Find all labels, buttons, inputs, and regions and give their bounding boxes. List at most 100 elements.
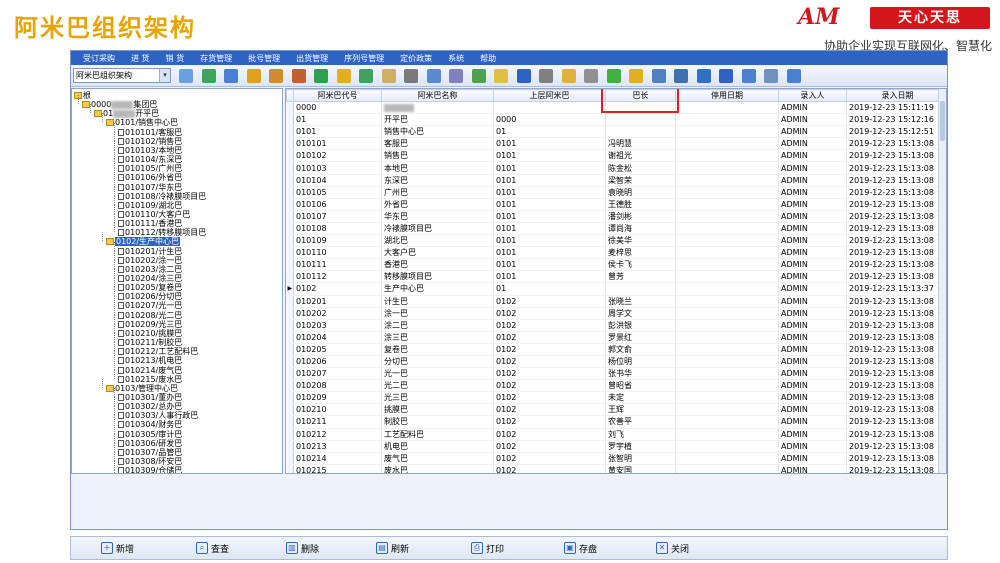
tree-node[interactable]: 01 开平巴	[94, 109, 159, 118]
table-cell[interactable]: ADMIN	[778, 246, 847, 260]
table-cell[interactable]: 010110	[293, 246, 382, 260]
table-cell[interactable]: 周学文	[605, 307, 676, 320]
table-cell[interactable]: 制胶巴	[381, 415, 494, 429]
table-cell[interactable]: 2019-12-23 15:13:08	[846, 343, 946, 356]
tree-node[interactable]: 010209/光三巴	[118, 320, 182, 329]
table-cell[interactable]: ADMIN	[778, 440, 847, 453]
table-cell[interactable]: 2019-12-23 15:13:08	[846, 295, 946, 308]
table-cell[interactable]: 光三巴	[381, 391, 494, 405]
menu-item-6[interactable]: 序列号管理	[344, 53, 384, 64]
table-cell[interactable]: 0102	[493, 307, 606, 320]
table-cell[interactable]: ADMIN	[778, 137, 847, 151]
table-row[interactable]: 010112 转移膜项目巴 0101 曾芳 ADMIN 2019-12-23 15:13:…	[286, 270, 946, 284]
refresh-icon[interactable]	[719, 68, 733, 83]
table-row[interactable]: 010202 涂一巴 0102 周学文 ADMIN 2019-12-23 15:13:08	[286, 307, 946, 320]
table-cell[interactable]: 罗宇植	[605, 440, 676, 453]
table-cell[interactable]: 0102	[493, 428, 606, 441]
table-cell[interactable]	[675, 379, 779, 393]
table-cell[interactable]: 2019-12-23 15:13:08	[846, 198, 946, 211]
table-cell[interactable]: 010212	[293, 428, 382, 441]
check-icon[interactable]	[606, 68, 621, 83]
table-cell[interactable]: 2019-12-23 15:13:08	[846, 186, 946, 199]
tree-node[interactable]: 010102/销售巴	[118, 137, 182, 146]
column-header[interactable]: 录入人	[778, 89, 847, 102]
tree-node[interactable]: 010212/工艺配料巴	[118, 347, 198, 356]
menu-item-8[interactable]: 系统	[448, 53, 464, 64]
table-cell[interactable]: 010108	[293, 222, 382, 236]
table-cell[interactable]: 计生巴	[381, 295, 494, 308]
table-cell[interactable]: 谢祖光	[605, 149, 676, 163]
table-cell[interactable]: 王德胜	[605, 198, 676, 211]
table-row[interactable]: ▶ 0102 生产中心巴 01 ADMIN 2019-12-23 15:13:37	[286, 282, 946, 296]
table-cell[interactable]	[605, 125, 676, 139]
table-cell[interactable]	[605, 101, 676, 115]
menu-item-5[interactable]: 出货管理	[296, 53, 328, 64]
table-cell[interactable]	[675, 367, 779, 381]
table-cell[interactable]: ADMIN	[778, 258, 847, 272]
table-cell[interactable]: 010101	[293, 137, 382, 151]
table-cell[interactable]: 2019-12-23 15:13:08	[846, 415, 946, 429]
table-cell[interactable]: 袁晓明	[605, 186, 676, 199]
table-cell[interactable]: 010208	[293, 379, 382, 393]
table-row[interactable]: 010205 复卷巴 0102 郭文俞 ADMIN 2019-12-23 15:13:08	[286, 343, 946, 356]
table-cell[interactable]: ADMIN	[778, 464, 847, 473]
table-cell[interactable]: 涂三巴	[381, 331, 494, 344]
table-cell[interactable]: 0000	[493, 113, 606, 127]
menu-item-0[interactable]: 受订采购	[83, 53, 115, 64]
tree-node[interactable]: 010111/香港巴	[118, 219, 182, 228]
table-cell[interactable]: 2019-12-23 15:13:08	[846, 355, 946, 369]
menu-item-3[interactable]: 存货管理	[200, 53, 232, 64]
table-cell[interactable]: 光二巴	[381, 379, 494, 393]
table-cell[interactable]: 生产中心巴	[381, 282, 494, 296]
table-cell[interactable]: ADMIN	[778, 113, 847, 127]
table-cell[interactable]: 0101	[293, 125, 382, 139]
table-cell[interactable]: 2019-12-23 15:12:51	[846, 125, 946, 139]
table-cell[interactable]: 2019-12-23 15:13:08	[846, 367, 946, 381]
close-icon[interactable]	[764, 68, 778, 83]
tree-node[interactable]: 010205/复卷巴	[118, 283, 182, 292]
restore-icon[interactable]	[786, 68, 801, 83]
table-cell[interactable]	[675, 319, 779, 332]
table-cell[interactable]: 2019-12-23 15:13:08	[846, 246, 946, 260]
action-button-3[interactable]: ▤ 刷新	[376, 542, 409, 555]
table-row[interactable]: 010207 光一巴 0102 张书华 ADMIN 2019-12-23 15:13:08	[286, 367, 946, 381]
table-cell[interactable]: 客服巴	[381, 137, 494, 151]
table-cell[interactable]: 本地巴	[381, 161, 494, 175]
tree-node[interactable]: 010303/人事行政巴	[118, 411, 198, 420]
table-cell[interactable]: 0000	[293, 101, 382, 115]
table-row[interactable]: 010201 计生巴 0102 张晓兰 ADMIN 2019-12-23 15:13:08	[286, 295, 946, 308]
table-cell[interactable]: 0101	[493, 222, 606, 236]
table-cell[interactable]: ADMIN	[778, 282, 847, 296]
table-cell[interactable]: 冷裱膜项目巴	[381, 222, 494, 236]
table-row[interactable]: 010215 废水巴 0102 黄安国 ADMIN 2019-12-23 15:13:08	[286, 464, 946, 473]
table-cell[interactable]: ADMIN	[778, 161, 847, 175]
action-button-5[interactable]: ▣ 存盘	[564, 542, 597, 555]
table-cell[interactable]	[675, 258, 779, 272]
table-cell[interactable]: 杨位明	[605, 355, 676, 369]
table-cell[interactable]: 0101	[493, 234, 606, 248]
spell-icon[interactable]	[179, 68, 193, 83]
table-row[interactable]: 010203 涂二巴 0102 彭洪银 ADMIN 2019-12-23 15:13:08	[286, 319, 946, 332]
table-cell[interactable]: 010203	[293, 319, 382, 332]
table-cell[interactable]: 0102	[493, 391, 606, 405]
scrollbar-thumb[interactable]	[940, 101, 945, 141]
table-row[interactable]: 010102 销售巴 0101 谢祖光 ADMIN 2019-12-23 15:13:08	[286, 149, 946, 163]
table-cell[interactable]: ADMIN	[778, 174, 847, 187]
house-icon[interactable]	[291, 68, 306, 83]
table-cell[interactable]: 刘飞	[605, 428, 676, 441]
table-cell[interactable]: 麦梓思	[605, 246, 676, 260]
action-button-0[interactable]: + 新增	[101, 542, 134, 555]
table-row[interactable]: 010206 分切巴 0102 杨位明 ADMIN 2019-12-23 15:13:08	[286, 355, 946, 369]
table-cell[interactable]: 0102	[493, 379, 606, 393]
table-cell[interactable]: 分切巴	[381, 355, 494, 369]
table-cell[interactable]: 销售中心巴	[381, 125, 494, 139]
table-row[interactable]: 01 开平巴 0000 ADMIN 2019-12-23 15:12:16	[286, 113, 946, 127]
tree-node[interactable]: 0103/管理中心巴	[106, 384, 178, 393]
table-cell[interactable]	[675, 307, 779, 320]
table-cell[interactable]: 机电巴	[381, 440, 494, 453]
tree-node[interactable]: 010105/广州巴	[118, 164, 182, 173]
org-tree[interactable]: 根 0000 集团巴 01 开平巴 0101/销售中心巴 010101/客服巴 010102/…	[71, 88, 283, 474]
table-row[interactable]: 010210 挑膜巴 0102 王辉 ADMIN 2019-12-23 15:13:08	[286, 403, 946, 417]
table-row[interactable]: 0101 销售中心巴 01 ADMIN 2019-12-23 15:12:51	[286, 125, 946, 139]
table-cell[interactable]	[675, 113, 779, 127]
